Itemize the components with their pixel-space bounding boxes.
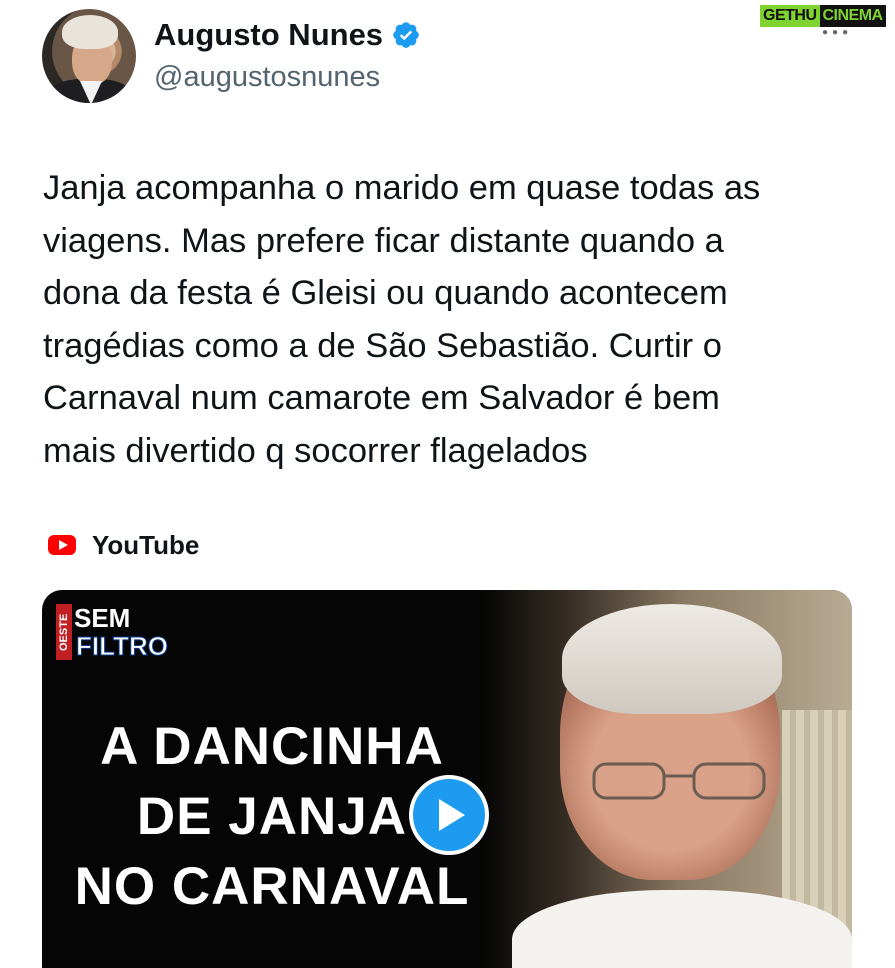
tweet-text-line: viagens. Mas prefere ficar distante quan… bbox=[43, 221, 724, 260]
watermark-logo: GETHU CINEMA ●●● bbox=[760, 5, 894, 39]
author-handle[interactable]: @augustosnunes bbox=[154, 57, 421, 97]
tweet-text-line: mais divertido q socorrer flagelados bbox=[43, 431, 588, 470]
play-icon bbox=[439, 799, 465, 831]
watermark-part-a: GETHU bbox=[760, 5, 820, 27]
youtube-icon bbox=[48, 535, 76, 555]
watermark-dots: ●●● bbox=[822, 27, 853, 38]
program-badge: OESTE SEM FILTRO bbox=[56, 603, 170, 661]
play-button[interactable] bbox=[409, 775, 489, 855]
headline-line: A DANCINHA bbox=[100, 717, 444, 776]
link-source[interactable]: YouTube bbox=[48, 526, 199, 564]
tweet-text: Janja acompanha o marido em quase todas … bbox=[43, 162, 863, 477]
tweet-text-line: tragédias como a de São Sebastião. Curti… bbox=[43, 326, 722, 365]
video-thumbnail[interactable]: OESTE SEM FILTRO A DANCINHA DE JANJA NO … bbox=[42, 590, 852, 968]
glasses-shape bbox=[592, 762, 766, 800]
author-names: Augusto Nunes @augustosnunes bbox=[154, 15, 421, 97]
author-avatar[interactable] bbox=[42, 9, 136, 103]
tweet-text-line: Carnaval num camarote em Salvador é bem bbox=[43, 379, 720, 417]
tweet-text-line: dona da festa é Gleisi ou quando acontec… bbox=[43, 274, 728, 312]
verified-badge-icon bbox=[393, 22, 419, 48]
watermark-part-b: CINEMA bbox=[819, 5, 886, 27]
author-display-name[interactable]: Augusto Nunes bbox=[154, 15, 383, 55]
headline-line: NO CARNAVAL bbox=[74, 857, 470, 916]
link-source-label: YouTube bbox=[92, 529, 200, 560]
tweet-header: Augusto Nunes @augustosnunes bbox=[42, 8, 421, 104]
brand-tag: OESTE bbox=[56, 604, 72, 660]
badge-line-1: SEM bbox=[74, 603, 131, 633]
tweet-text-line: Janja acompanha o marido em quase todas … bbox=[43, 169, 761, 207]
badge-line-2: FILTRO bbox=[76, 631, 169, 661]
